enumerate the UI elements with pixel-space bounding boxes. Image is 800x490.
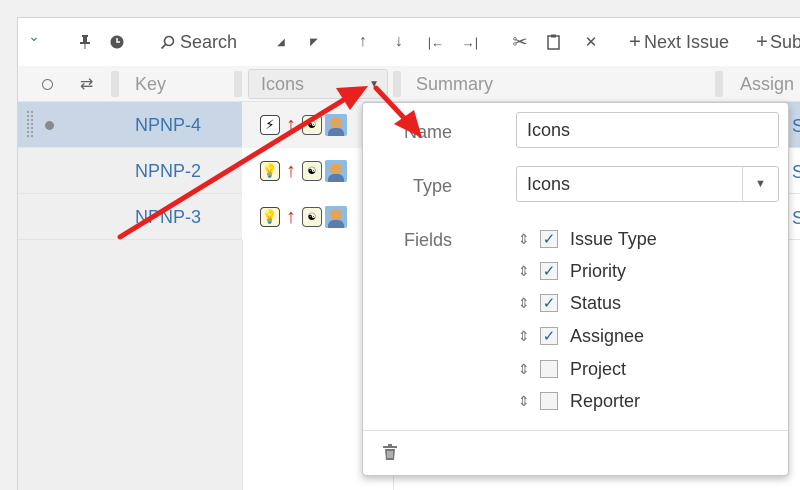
avatar (325, 206, 347, 228)
column-header-summary[interactable]: Summary (416, 66, 493, 102)
sort-handle-icon[interactable]: ⇕ (518, 263, 540, 280)
name-input[interactable]: Icons (516, 112, 779, 148)
select-all-radio[interactable] (42, 66, 53, 102)
issue-key-link[interactable]: NPNP-2 (135, 148, 201, 194)
priority-up-arrow-icon: ↑ (286, 205, 296, 228)
avatar (325, 160, 347, 182)
name-label: Name (403, 122, 452, 142)
move-up-icon[interactable]: ↑ (354, 18, 372, 66)
sort-handle-icon[interactable]: ⇕ (518, 295, 540, 312)
lightbulb-icon: 💡 (260, 207, 280, 227)
assignee-cell-clip: Se (792, 116, 800, 137)
field-label: Issue Type (570, 228, 657, 249)
issue-key-link[interactable]: NPNP-4 (135, 102, 201, 148)
column-config-popup: Name Icons Type Icons ▼ Fields ⇕ ✓ Issue… (362, 102, 789, 476)
type-select-value: Icons (527, 173, 571, 194)
fields-label: Fields (403, 230, 452, 250)
field-label: Assignee (570, 325, 645, 346)
field-item[interactable]: ⇕ ✓ Status (518, 290, 621, 316)
column-divider[interactable] (393, 71, 401, 97)
issue-key-link[interactable]: NPNP-3 (135, 194, 201, 240)
clipboard-icon[interactable] (544, 18, 562, 66)
pin-icon[interactable] (74, 18, 96, 66)
icons-cell: 💡 ↑ ☯ (242, 194, 364, 240)
checkbox-checked[interactable]: ✓ (540, 262, 558, 280)
column-divider[interactable] (715, 71, 723, 97)
swap-icon[interactable]: ⇄ (80, 66, 93, 102)
type-label: Type (412, 176, 452, 196)
column-divider[interactable] (111, 71, 119, 97)
column-dropdown-arrow-icon[interactable]: ▼ (369, 79, 379, 90)
assignee-cell-clip: Se (792, 208, 800, 229)
column-header-assignee[interactable]: Assign (740, 66, 794, 102)
delete-icon[interactable]: ✕ (582, 18, 600, 66)
priority-up-arrow-icon: ↑ (286, 113, 296, 136)
lightning-icon: ⚡ (260, 115, 280, 135)
move-right-icon[interactable]: →| (460, 18, 480, 66)
add-icon: + (629, 30, 641, 53)
status-icon: ☯ (302, 207, 322, 227)
move-down-icon[interactable]: ↓ (390, 18, 408, 66)
checkbox-unchecked[interactable] (540, 392, 558, 410)
dropdown-arrow-icon[interactable]: ▼ (742, 167, 778, 201)
checkbox-checked[interactable]: ✓ (540, 327, 558, 345)
search-button[interactable]: Search (180, 18, 237, 66)
field-label: Reporter (570, 390, 641, 411)
field-item[interactable]: ⇕ Project (518, 356, 626, 382)
next-issue-button[interactable]: Next Issue (644, 18, 729, 66)
trash-icon[interactable] (383, 444, 397, 460)
toolbar: ⌄ Search ◢ ◤ ↑ ↓ |← →| ✂ ✕ + Next Issue … (18, 18, 800, 66)
lightbulb-icon: 💡 (260, 161, 280, 181)
add-sub-icon: + (756, 30, 768, 53)
sort-handle-icon[interactable]: ⇕ (518, 328, 540, 345)
row-selected-dot (45, 121, 54, 130)
field-item[interactable]: ⇕ Reporter (518, 388, 640, 414)
sort-handle-icon[interactable]: ⇕ (518, 361, 540, 378)
table-header: ⇄ Key Icons ▼ Summary Assign (18, 66, 800, 102)
drag-handle-icon[interactable] (26, 110, 34, 138)
clock-icon[interactable] (106, 18, 128, 66)
assignee-cell-clip: Se (792, 162, 800, 183)
column-header-key[interactable]: Key (135, 66, 166, 102)
cut-icon[interactable]: ✂ (510, 18, 530, 66)
icons-cell: ⚡ ↑ ☯ (242, 102, 364, 148)
field-item[interactable]: ⇕ ✓ Issue Type (518, 226, 657, 252)
column-header-icons[interactable]: Icons ▼ (248, 69, 388, 99)
field-item[interactable]: ⇕ ✓ Priority (518, 258, 626, 284)
field-label: Priority (570, 260, 627, 281)
column-header-icons-label: Icons (261, 73, 305, 94)
field-item[interactable]: ⇕ ✓ Assignee (518, 323, 644, 349)
checkbox-unchecked[interactable] (540, 360, 558, 378)
field-label: Project (570, 358, 627, 379)
forward-arrow-icon[interactable]: ◤ (306, 18, 322, 66)
search-icon[interactable] (156, 18, 178, 66)
collapse-chevron-icon[interactable]: ⌄ (22, 18, 46, 60)
avatar (325, 114, 347, 136)
back-arrow-icon[interactable]: ◢ (273, 18, 289, 66)
type-select[interactable]: Icons ▼ (516, 166, 779, 202)
popup-divider (363, 430, 788, 431)
field-label: Status (570, 292, 622, 313)
priority-up-arrow-icon: ↑ (286, 159, 296, 182)
checkbox-checked[interactable]: ✓ (540, 230, 558, 248)
sub-task-button[interactable]: Sub (770, 18, 800, 66)
sort-handle-icon[interactable]: ⇕ (518, 393, 540, 410)
checkbox-checked[interactable]: ✓ (540, 294, 558, 312)
sort-handle-icon[interactable]: ⇕ (518, 231, 540, 248)
move-left-icon[interactable]: |← (426, 18, 446, 66)
status-icon: ☯ (302, 161, 322, 181)
status-icon: ☯ (302, 115, 322, 135)
column-divider[interactable] (234, 71, 242, 97)
icons-cell: 💡 ↑ ☯ (242, 148, 364, 194)
